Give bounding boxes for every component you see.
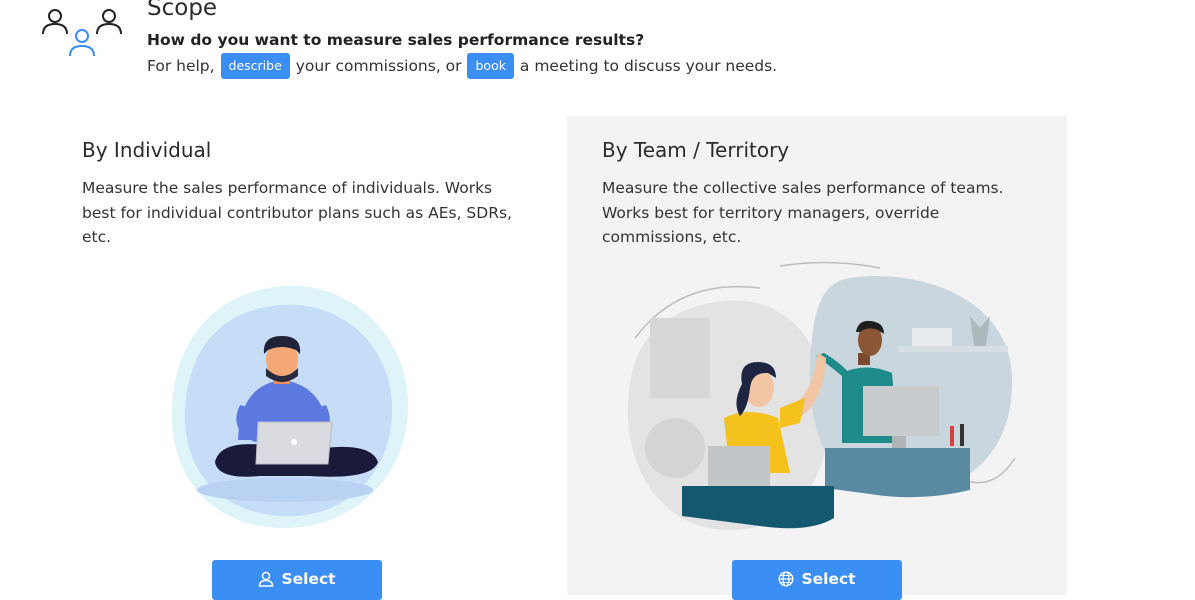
help-middle: your commissions, or [295, 57, 462, 75]
help-line: For help, describe your commissions, or … [147, 53, 777, 79]
book-button[interactable]: book [467, 53, 514, 79]
scope-question: How do you want to measure sales perform… [147, 31, 645, 49]
select-label: Select [281, 570, 336, 588]
globe-icon [778, 571, 794, 587]
team-illustration [627, 261, 1016, 531]
select-team-territory-button[interactable]: Select [732, 560, 902, 600]
describe-button[interactable]: describe [220, 53, 290, 79]
select-individual-button[interactable]: Select [212, 560, 382, 600]
card-title: By Team / Territory [602, 138, 790, 162]
individual-illustration [171, 285, 409, 529]
help-suffix: a meeting to discuss your needs. [519, 57, 778, 75]
select-label: Select [801, 570, 856, 588]
card-description: Measure the collective sales performance… [602, 179, 1004, 246]
user-icon [259, 571, 274, 587]
card-title: By Individual [82, 138, 212, 162]
team-users-icon [42, 9, 122, 57]
card-description: Measure the sales performance of individ… [82, 179, 512, 246]
page-title: Scope [147, 0, 218, 21]
help-prefix: For help, [147, 57, 215, 75]
